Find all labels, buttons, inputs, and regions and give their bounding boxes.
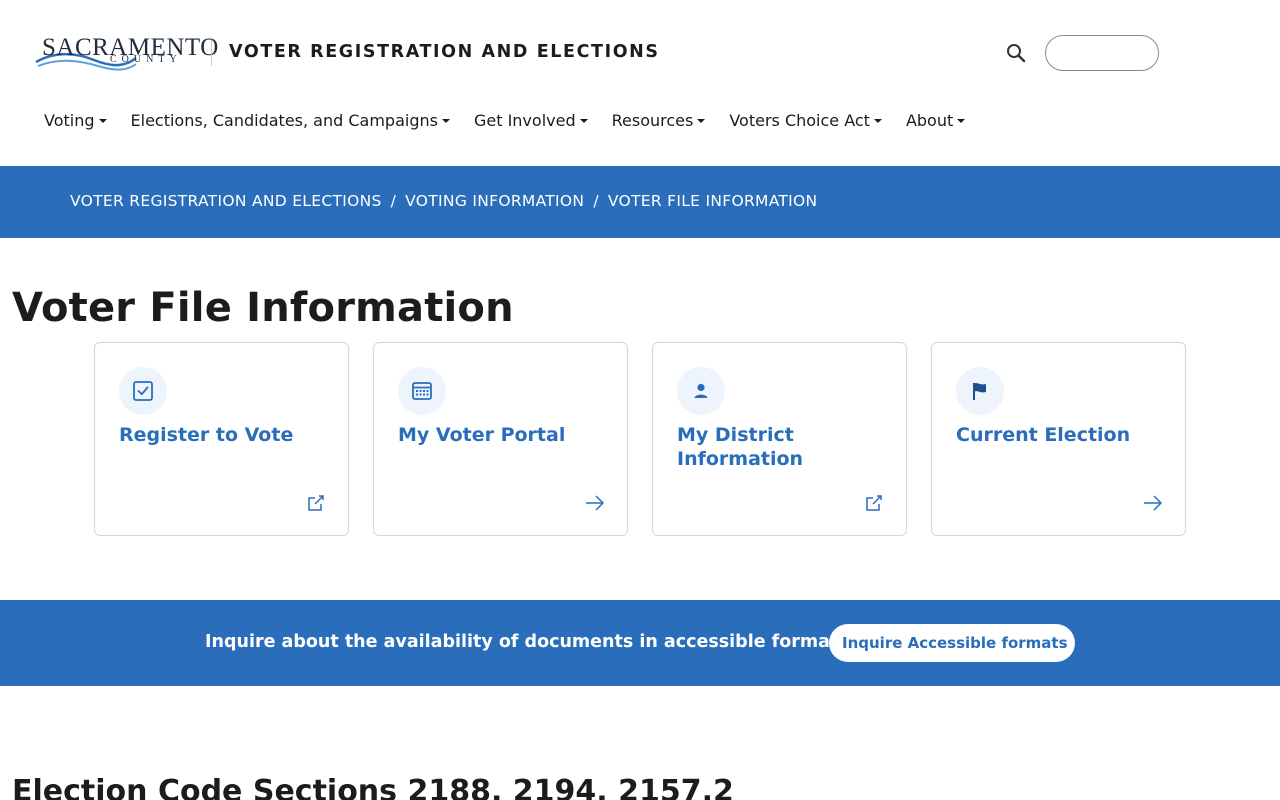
person-icon [694,383,708,398]
card-icon-circle [956,367,1004,415]
nav-item-get-involved[interactable]: Get Involved [474,108,588,132]
checkbox-icon [133,381,153,401]
caret-down-icon [579,119,588,123]
section-title: Election Code Sections 2188, 2194, 2157.… [12,774,734,800]
nav-item-resources[interactable]: Resources [612,108,706,132]
card-my-district-information[interactable]: My District Information [652,342,907,536]
external-link-icon [308,495,324,511]
breadcrumb-separator: / [390,192,397,210]
breadcrumb-item-voting-information[interactable]: VOTING INFORMATION [405,192,584,210]
arrow-right-icon [586,495,605,511]
card-icon-circle [398,367,446,415]
nav-item-label: Resources [611,110,694,130]
caret-down-icon [697,119,706,123]
breadcrumb-item-current: VOTER FILE INFORMATION [607,192,818,210]
card-icon-circle [119,367,167,415]
main-nav: Voting Elections, Candidates, and Campai… [44,108,989,132]
search-icon[interactable] [1005,42,1027,64]
breadcrumb: VOTER REGISTRATION AND ELECTIONS / VOTIN… [70,192,817,210]
card-icon-circle [677,367,725,415]
nav-item-about[interactable]: About [905,108,966,132]
logo-sub: COUNTY [110,54,182,65]
card-register-to-vote[interactable]: Register to Vote [94,342,349,536]
external-link-icon [866,495,882,511]
card-current-election[interactable]: Current Election [931,342,1186,536]
nav-item-voters-choice-act[interactable]: Voters Choice Act [729,108,882,132]
caret-down-icon [98,119,107,123]
department-title[interactable]: VOTER REGISTRATION AND ELECTIONS [229,42,660,62]
nav-item-label: Get Involved [473,110,576,130]
logo-divider [211,40,212,66]
language-select[interactable] [1045,35,1159,71]
inquire-accessible-formats-button[interactable]: Inquire Accessible formats [829,624,1075,662]
nav-item-elections[interactable]: Elections, Candidates, and Campaigns [131,108,450,132]
card-my-voter-portal[interactable]: My Voter Portal [373,342,628,536]
card-title: Current Election [956,424,1131,446]
breadcrumb-bar: VOTER REGISTRATION AND ELECTIONS / VOTIN… [0,166,1280,238]
card-title: Register to Vote [119,424,294,446]
card-title: My District Information [677,424,804,470]
caret-down-icon [957,119,966,123]
sacramento-county-logo[interactable]: SACRAMENTO COUNTY [34,34,218,74]
nav-item-label: Voters Choice Act [729,110,870,130]
breadcrumb-separator: / [593,192,599,210]
button-label: Inquire Accessible formats [842,634,1068,652]
calendar-icon [412,382,432,400]
accessibility-text: Inquire about the availability of docume… [205,632,856,652]
site-header: SACRAMENTO COUNTY VOTER REGISTRATION AND… [0,0,1280,166]
arrow-right-icon [1144,495,1163,511]
page-title: Voter File Information [12,285,514,331]
chevron-right-icon [1073,642,1075,644]
flag-icon [973,383,986,400]
accessibility-banner: Inquire about the availability of docume… [0,600,1280,686]
nav-item-label: Elections, Candidates, and Campaigns [130,110,438,130]
caret-down-icon [873,119,882,123]
nav-item-voting[interactable]: Voting [44,108,107,132]
nav-item-label: Voting [44,110,95,130]
card-title: My Voter Portal [398,424,566,446]
nav-item-label: About [905,110,954,130]
caret-down-icon [441,119,450,123]
breadcrumb-item-home[interactable]: VOTER REGISTRATION AND ELECTIONS [70,192,382,210]
